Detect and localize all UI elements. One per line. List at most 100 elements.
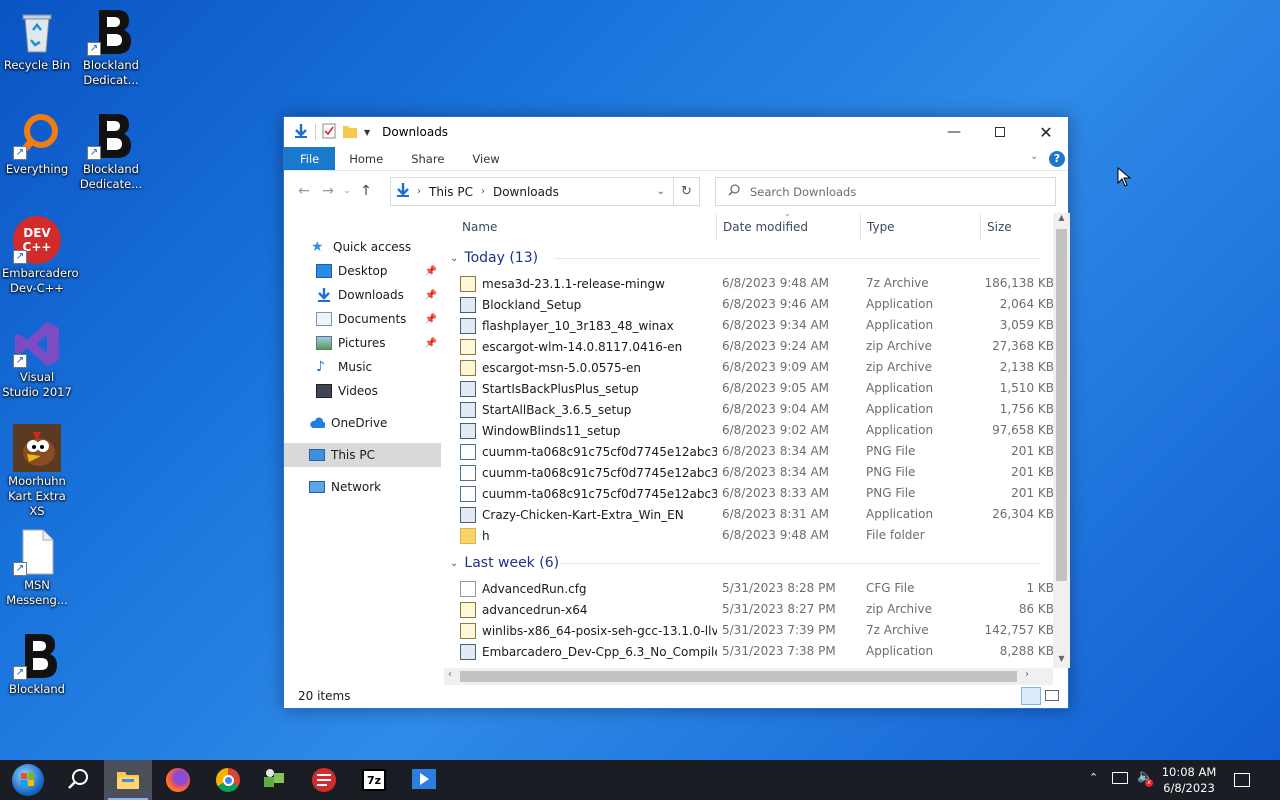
breadcrumb-this-pc[interactable]: This PC bbox=[429, 185, 473, 199]
address-bar[interactable]: › This PC › Downloads ⌄ bbox=[390, 177, 700, 206]
network-status-icon[interactable] bbox=[1112, 772, 1128, 784]
search-box[interactable]: Search Downloads bbox=[715, 177, 1056, 206]
file-row[interactable]: cuumm-ta068c91c75cf0d7745e12abc389... 6/8… bbox=[460, 441, 1054, 462]
up-button[interactable]: ↑ bbox=[354, 183, 378, 199]
nav-item-quick-access[interactable]: ★ Quick access bbox=[284, 235, 441, 259]
file-row[interactable]: flashplayer_10_3r183_48_winax 6/8/2023 9:… bbox=[460, 315, 1054, 336]
desktop-icon-devcpp[interactable]: DEV C++ ↗ Embarcadero Dev-C++ bbox=[2, 216, 79, 296]
column-header-type[interactable]: Type bbox=[867, 213, 895, 241]
desktop-icon-blockland-dedicated-1[interactable]: ↗ Blockland Dedicat... bbox=[76, 8, 146, 88]
file-row[interactable]: Blockland_Setup 6/8/2023 9:46 AM Applicati… bbox=[460, 294, 1054, 315]
clock[interactable]: 10:08 AM 6/8/2023 bbox=[1160, 764, 1218, 796]
file-row[interactable]: AdvancedRun.cfg 5/31/2023 8:28 PM CFG File… bbox=[460, 578, 1054, 599]
file-row[interactable]: escargot-msn-5.0.0575-en 6/8/2023 9:09 AM… bbox=[460, 357, 1054, 378]
recent-locations-button[interactable]: ⌄ bbox=[340, 186, 354, 196]
nav-item-documents[interactable]: Documents 📌 bbox=[284, 307, 441, 331]
file-row[interactable]: winlibs-x86_64-posix-seh-gcc-13.1.0-llv.… bbox=[460, 620, 1054, 641]
nav-item-videos[interactable]: Videos bbox=[284, 379, 441, 403]
file-row[interactable]: Crazy-Chicken-Kart-Extra_Win_EN 6/8/2023 … bbox=[460, 504, 1054, 525]
taskbar-file-explorer[interactable] bbox=[104, 760, 152, 800]
refresh-button[interactable]: ↻ bbox=[673, 177, 700, 206]
taskbar-7zip[interactable]: 7z bbox=[350, 760, 398, 800]
file-row[interactable]: WindowBlinds11_setup 6/8/2023 9:02 AM Appl… bbox=[460, 420, 1054, 441]
address-dropdown-icon[interactable]: ⌄ bbox=[657, 186, 665, 197]
desktop-icon-msn[interactable]: ↗ MSN Messeng... bbox=[2, 528, 72, 608]
help-icon[interactable]: ? bbox=[1049, 151, 1065, 167]
large-icons-view-button[interactable] bbox=[1045, 690, 1059, 701]
taskbar-devcpp[interactable] bbox=[300, 760, 348, 800]
file-row[interactable]: cuumm-ta068c91c75cf0d7745e12abc389... 6/8… bbox=[460, 462, 1054, 483]
nav-item-pictures[interactable]: Pictures 📌 bbox=[284, 331, 441, 355]
file-row[interactable]: Embarcadero_Dev-Cpp_6.3_No_Compiler... 5/… bbox=[460, 641, 1054, 662]
file-row[interactable]: StartIsBackPlusPlus_setup 6/8/2023 9:05 A… bbox=[460, 378, 1054, 399]
desktop-icon-blockland[interactable]: ↗ Blockland bbox=[2, 632, 72, 697]
properties-icon[interactable] bbox=[322, 123, 336, 142]
pin-icon: 📌 bbox=[424, 289, 437, 301]
expand-ribbon-icon[interactable]: ⌄ bbox=[1030, 151, 1038, 162]
file-size: 1,510 KB bbox=[999, 381, 1054, 395]
desktop-icon-label: Recycle Bin bbox=[3, 58, 71, 72]
details-view-button[interactable] bbox=[1021, 687, 1041, 705]
taskbar-network-app[interactable] bbox=[250, 760, 298, 800]
file-row[interactable]: mesa3d-23.1.1-release-mingw 6/8/2023 9:48… bbox=[460, 273, 1054, 294]
nav-item-network[interactable]: Network bbox=[284, 475, 441, 499]
scroll-left-icon[interactable]: ‹ bbox=[448, 669, 452, 680]
desktop-icon-moorhuhn[interactable]: Moorhuhn Kart Extra XS bbox=[2, 424, 72, 519]
desktop-icon-everything[interactable]: ↗ Everything bbox=[2, 112, 72, 177]
group-header-today[interactable]: ⌄ Today (13) bbox=[450, 246, 1040, 270]
search-taskbar-button[interactable] bbox=[54, 760, 102, 800]
start-button[interactable] bbox=[4, 760, 52, 800]
mouse-cursor-icon bbox=[1117, 166, 1132, 190]
tab-home[interactable]: Home bbox=[335, 147, 397, 170]
scroll-up-icon[interactable]: ▲ bbox=[1053, 213, 1070, 227]
application-icon bbox=[460, 643, 476, 660]
file-row[interactable]: advancedrun-x64 5/31/2023 8:27 PM zip Arch… bbox=[460, 599, 1054, 620]
search-input[interactable]: Search Downloads bbox=[750, 185, 856, 199]
nav-item-downloads[interactable]: Downloads 📌 bbox=[284, 283, 441, 307]
new-folder-icon[interactable] bbox=[342, 123, 358, 142]
desktop-icon-blockland-dedicated-2[interactable]: ↗ Blockland Dedicate... bbox=[76, 112, 146, 192]
nav-item-onedrive[interactable]: OneDrive bbox=[284, 411, 441, 435]
tab-view[interactable]: View bbox=[458, 147, 513, 170]
nav-item-desktop[interactable]: Desktop 📌 bbox=[284, 259, 441, 283]
taskbar-chrome[interactable] bbox=[204, 760, 252, 800]
desktop-icon-label: Everything bbox=[5, 162, 69, 176]
column-header-name[interactable]: Name bbox=[462, 213, 497, 241]
taskbar-firefox[interactable] bbox=[154, 760, 202, 800]
action-center-button[interactable] bbox=[1218, 760, 1266, 800]
vertical-scrollbar[interactable]: ▲ ▼ bbox=[1053, 213, 1070, 668]
taskbar-media-player[interactable] bbox=[400, 760, 448, 800]
nav-item-music[interactable]: ♪ Music bbox=[284, 355, 441, 379]
file-row[interactable]: escargot-wlm-14.0.8117.0416-en 6/8/2023 9… bbox=[460, 336, 1054, 357]
column-header-size[interactable]: Size bbox=[987, 213, 1012, 241]
close-button[interactable]: ✕ bbox=[1023, 117, 1069, 147]
tab-share[interactable]: Share bbox=[397, 147, 458, 170]
scroll-down-icon[interactable]: ▼ bbox=[1053, 654, 1070, 668]
desktop-icon-recycle-bin[interactable]: Recycle Bin bbox=[2, 8, 72, 73]
desktop-icon-visual-studio[interactable]: ↗ Visual Studio 2017 bbox=[2, 320, 72, 400]
horizontal-scrollbar[interactable]: ‹ › bbox=[444, 668, 1053, 685]
file-row[interactable]: StartAllBack_3.6.5_setup 6/8/2023 9:04 AM… bbox=[460, 399, 1054, 420]
file-type: PNG File bbox=[866, 465, 916, 479]
file-row[interactable]: cuumm-ta068c91c75cf0d7745e12abc389... 6/8… bbox=[460, 483, 1054, 504]
maximize-button[interactable] bbox=[977, 117, 1023, 147]
scroll-right-icon[interactable]: › bbox=[1025, 669, 1029, 680]
downloads-arrow-icon bbox=[395, 182, 411, 201]
customize-quick-access-icon[interactable]: ▼ bbox=[364, 128, 370, 137]
file-date: 6/8/2023 9:02 AM bbox=[722, 423, 830, 437]
minimize-button[interactable]: — bbox=[931, 117, 977, 147]
tab-file[interactable]: File bbox=[284, 147, 336, 170]
nav-item-this-pc[interactable]: This PC bbox=[284, 443, 441, 467]
title-bar[interactable]: ▼ Downloads — ✕ bbox=[284, 117, 1068, 147]
back-button[interactable]: ← bbox=[292, 183, 316, 199]
scroll-thumb[interactable] bbox=[460, 671, 1017, 682]
scroll-thumb[interactable] bbox=[1056, 229, 1067, 581]
file-name: Embarcadero_Dev-Cpp_6.3_No_Compiler... bbox=[482, 644, 717, 659]
file-row[interactable]: h 6/8/2023 9:48 AM File folder bbox=[460, 525, 1054, 546]
group-header-last-week[interactable]: ⌄ Last week (6) bbox=[450, 551, 1040, 575]
show-hidden-icons-icon[interactable]: ⌃ bbox=[1089, 771, 1098, 784]
column-header-date[interactable]: Date modified bbox=[723, 213, 808, 241]
breadcrumb-downloads[interactable]: Downloads bbox=[493, 185, 559, 199]
forward-button[interactable]: → bbox=[316, 183, 340, 199]
archive-icon bbox=[460, 622, 476, 639]
